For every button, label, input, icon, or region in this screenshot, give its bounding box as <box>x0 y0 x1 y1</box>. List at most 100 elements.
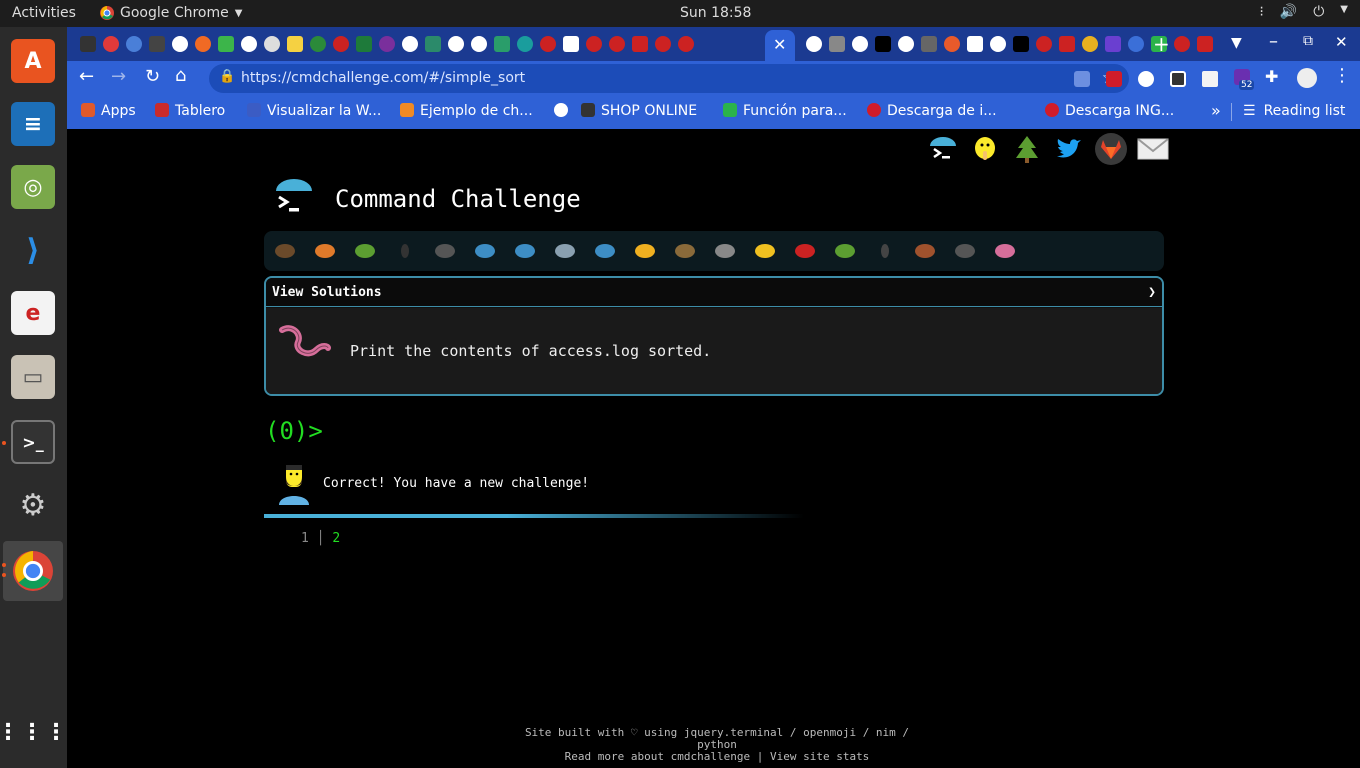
tab-favicon[interactable] <box>402 36 418 52</box>
terminal-prompt[interactable]: (0)> <box>265 417 323 445</box>
writer-icon[interactable]: ≡ <box>11 102 55 146</box>
bookmark-ejemplo[interactable]: Ejemplo de ch... <box>400 103 533 119</box>
translate-extension-icon[interactable] <box>1074 71 1090 87</box>
tab-favicon[interactable] <box>1174 36 1190 52</box>
ladybug-icon[interactable] <box>792 239 818 261</box>
whale-icon[interactable] <box>472 239 498 261</box>
tab-favicon[interactable] <box>1105 36 1121 52</box>
twitter-icon[interactable] <box>1053 133 1085 165</box>
new-tab-button[interactable]: + <box>1153 32 1170 56</box>
bookmark-visualizar[interactable]: Visualizar la W... <box>247 103 381 119</box>
tab-favicon[interactable] <box>1059 36 1075 52</box>
restore-button[interactable]: ⧉ <box>1303 33 1313 49</box>
google-extension-icon[interactable] <box>1138 71 1154 87</box>
app-menu[interactable]: Google Chrome ▼ <box>100 5 242 21</box>
tab-favicon[interactable] <box>967 36 983 52</box>
reading-list-button[interactable]: ☰ Reading list <box>1243 103 1345 119</box>
tab-favicon[interactable] <box>448 36 464 52</box>
active-tab[interactable]: ✕ <box>765 30 795 61</box>
tab-favicon[interactable] <box>1036 36 1052 52</box>
address-bar[interactable]: 🔒 https://cmdchallenge.com/#/simple_sort… <box>209 64 1129 93</box>
ant-icon[interactable] <box>392 239 418 261</box>
show-apps-icon[interactable]: ⋮⋮⋮ <box>0 710 67 754</box>
tab-search-icon[interactable]: ▼ <box>1231 35 1242 51</box>
spider-web-icon[interactable] <box>432 239 458 261</box>
settings-icon[interactable]: ⚙ <box>11 483 55 527</box>
tab-favicon[interactable] <box>195 36 211 52</box>
bookmark-apps[interactable]: Apps <box>81 103 136 119</box>
tab-favicon[interactable] <box>218 36 234 52</box>
menu-icon[interactable]: ⋮ <box>1333 65 1351 86</box>
tab-favicon[interactable] <box>944 36 960 52</box>
mosquito-icon[interactable] <box>872 239 898 261</box>
bookmark-funcion[interactable]: Función para... <box>723 103 847 119</box>
clock[interactable]: Sun 18:58 <box>680 5 751 21</box>
vscode-icon[interactable]: ⟩ <box>11 228 55 272</box>
tab-favicon[interactable] <box>80 36 96 52</box>
tab-favicon[interactable] <box>517 36 533 52</box>
tab-favicon[interactable] <box>829 36 845 52</box>
dolphin-icon[interactable] <box>512 239 538 261</box>
shush-emoji-icon[interactable] <box>969 133 1001 165</box>
notes-extension-icon[interactable] <box>1202 71 1218 87</box>
bookmark-globe[interactable] <box>554 103 574 119</box>
tab-favicon[interactable] <box>990 36 1006 52</box>
footer-links[interactable]: Read more about cmdchallenge | View site… <box>507 751 927 763</box>
files-icon[interactable]: ▭ <box>11 355 55 399</box>
tab-favicon[interactable] <box>1082 36 1098 52</box>
puzzle-icon[interactable]: ✚ <box>1265 67 1278 86</box>
tab-favicon[interactable] <box>103 36 119 52</box>
tab-favicon[interactable] <box>655 36 671 52</box>
bookmark-descarga-2[interactable]: Descarga ING... <box>1045 103 1174 119</box>
tab-favicon[interactable] <box>875 36 891 52</box>
tab-favicon[interactable] <box>149 36 165 52</box>
text-editor-icon[interactable]: e <box>11 291 55 335</box>
tab-favicon[interactable] <box>632 36 648 52</box>
bee-icon[interactable] <box>752 239 778 261</box>
tab-favicon[interactable] <box>678 36 694 52</box>
forward-button[interactable]: → <box>111 66 126 87</box>
tab-favicon[interactable] <box>921 36 937 52</box>
tab-favicon[interactable] <box>1197 36 1213 52</box>
bookmark-descarga-1[interactable]: Descarga de i... <box>867 103 997 119</box>
tab-favicon[interactable] <box>172 36 188 52</box>
tab-favicon[interactable] <box>609 36 625 52</box>
minimize-button[interactable]: – <box>1269 31 1278 52</box>
tree-icon[interactable] <box>1011 133 1043 165</box>
tab-favicon[interactable] <box>540 36 556 52</box>
caterpillar-icon[interactable] <box>352 239 378 261</box>
mail-icon[interactable] <box>1137 133 1169 165</box>
gitlab-icon[interactable] <box>1095 133 1127 165</box>
chrome-dock-icon[interactable] <box>11 549 55 593</box>
blowfish-icon[interactable] <box>672 239 698 261</box>
tab-favicon[interactable] <box>126 36 142 52</box>
tab-favicon[interactable] <box>287 36 303 52</box>
image-viewer-icon[interactable]: ◎ <box>11 165 55 209</box>
cricket-icon[interactable] <box>832 239 858 261</box>
fish-icon[interactable] <box>592 239 618 261</box>
footer-credits[interactable]: Site built with ♡ using jquery.terminal … <box>507 727 927 751</box>
tab-favicon[interactable] <box>310 36 326 52</box>
more-bookmarks-icon[interactable]: » <box>1211 101 1221 120</box>
tab-favicon[interactable] <box>356 36 372 52</box>
snail-icon[interactable] <box>272 239 298 261</box>
close-tab-icon[interactable]: ✕ <box>773 35 786 54</box>
tab-favicon[interactable] <box>264 36 280 52</box>
home-button[interactable]: ⌂ <box>175 65 186 86</box>
tab-favicon[interactable] <box>333 36 349 52</box>
tab-favicon[interactable] <box>425 36 441 52</box>
shark-icon[interactable] <box>552 239 578 261</box>
butterfly-icon[interactable] <box>312 239 338 261</box>
camera-extension-icon[interactable] <box>1170 71 1186 87</box>
tab-favicon[interactable] <box>563 36 579 52</box>
tab-favicon[interactable] <box>241 36 257 52</box>
terminal-icon[interactable]: >_ <box>11 420 55 464</box>
tab-favicon[interactable] <box>1128 36 1144 52</box>
system-tray[interactable]: ⁝ 🔊 ⏻ ▼ <box>1259 4 1348 20</box>
back-button[interactable]: ← <box>79 66 94 87</box>
fly-icon[interactable] <box>952 239 978 261</box>
bookmark-tablero[interactable]: Tablero <box>155 103 225 119</box>
bookmark-shop-online[interactable]: SHOP ONLINE <box>581 103 697 119</box>
tab-favicon[interactable] <box>379 36 395 52</box>
activities-button[interactable]: Activities <box>12 5 76 21</box>
